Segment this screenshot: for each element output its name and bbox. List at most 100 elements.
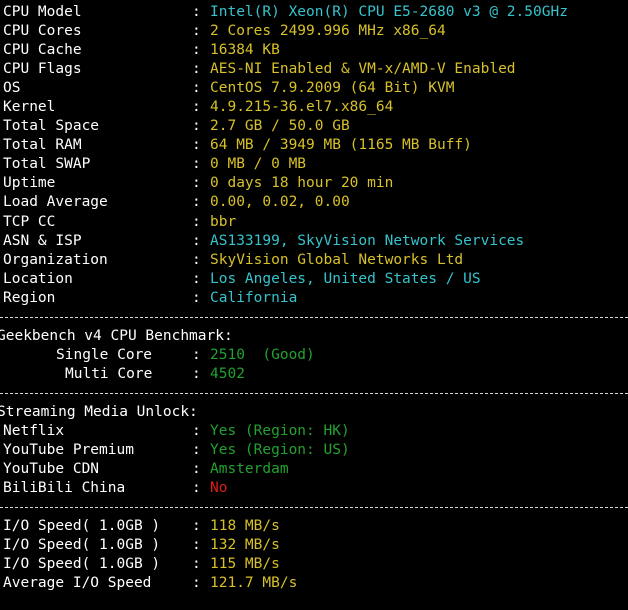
- dashed-line: [0, 392, 628, 394]
- info-key: Region: [3, 289, 56, 306]
- info-row: ASN & ISP: AS133199, SkyVision Network Se…: [0, 232, 628, 251]
- info-key: CPU Model: [3, 4, 82, 20]
- separator-colon: :: [192, 42, 201, 59]
- info-row: Total RAM:64 MB / 3949 MB (1165 MB Buff): [0, 136, 628, 155]
- separator-colon: :: [192, 251, 201, 268]
- info-row: BiliBili China: No: [0, 479, 628, 498]
- separator-colon: :: [192, 575, 201, 592]
- info-value: 2.7 GB / 50.0 GB: [210, 118, 350, 135]
- info-key: I/O Speed( 1.0GB ): [3, 518, 161, 535]
- separator-colon: :: [192, 480, 201, 497]
- info-row: Region: California: [0, 289, 628, 308]
- section-title: Streaming Media Unlock:: [0, 403, 628, 422]
- info-value: 4.9.215-36.el7.x86_64: [210, 99, 394, 116]
- separator-colon: :: [192, 423, 201, 440]
- info-value: 16384 KB: [210, 42, 280, 59]
- separator-colon: :: [192, 156, 201, 173]
- info-key: CPU Cores: [3, 23, 82, 40]
- separator-colon: :: [192, 289, 201, 306]
- separator-colon: :: [192, 537, 201, 554]
- info-key: Kernel: [3, 99, 56, 116]
- info-row: CPU Cache:16384 KB: [0, 41, 628, 60]
- info-row: Location: Los Angeles, United States / US: [0, 270, 628, 289]
- separator-colon: :: [192, 118, 201, 135]
- info-value: California: [210, 289, 298, 306]
- info-key: Organization: [3, 251, 108, 268]
- info-row: Netflix: Yes (Region: HK): [0, 422, 628, 441]
- info-key: Single Core: [56, 346, 153, 363]
- terminal-output: CPU Model: Intel(R) Xeon(R) CPU E5-2680 v…: [0, 3, 628, 593]
- info-value: SkyVision Global Networks Ltd: [210, 251, 464, 268]
- info-key: I/O Speed( 1.0GB ): [3, 537, 161, 554]
- info-key: Multi Core: [65, 365, 153, 382]
- info-key: Netflix: [3, 423, 65, 440]
- separator-colon: :: [192, 80, 201, 97]
- info-value: AS133199, SkyVision Network Services: [210, 232, 525, 249]
- info-value: 132 MB/s: [210, 537, 280, 554]
- info-row: Organization: SkyVision Global Networks L…: [0, 251, 628, 270]
- info-key: Load Average: [3, 194, 108, 211]
- separator-colon: :: [192, 213, 201, 230]
- info-value: 64 MB / 3949 MB (1165 MB Buff): [210, 137, 472, 154]
- info-row: OS: CentOS 7.9.2009 (64 Bit) KVM: [0, 79, 628, 98]
- info-value: 115 MB/s: [210, 556, 280, 573]
- info-key: Total Space: [3, 118, 100, 135]
- info-row: Load Average:0.00, 0.02, 0.00: [0, 193, 628, 212]
- section-divider: [0, 498, 628, 517]
- separator-colon: :: [192, 461, 201, 478]
- info-key: BiliBili China: [3, 480, 126, 497]
- info-value: 4502: [210, 365, 245, 382]
- info-value: 118 MB/s: [210, 518, 280, 535]
- info-row: Total Space:2.7 GB / 50.0 GB: [0, 117, 628, 136]
- info-value: 0 days 18 hour 20 min: [210, 175, 394, 192]
- info-value: 121.7 MB/s: [210, 575, 298, 592]
- section-title: Geekbench v4 CPU Benchmark:: [0, 327, 628, 346]
- info-row: Kernel:4.9.215-36.el7.x86_64: [0, 98, 628, 117]
- info-row: Multi Core:4502: [0, 365, 628, 384]
- separator-colon: :: [192, 346, 201, 363]
- info-row: YouTube Premium: Yes (Region: US): [0, 441, 628, 460]
- info-key: CPU Flags: [3, 61, 82, 78]
- info-key: YouTube CDN: [3, 461, 100, 478]
- info-row: TCP CC: bbr: [0, 213, 628, 232]
- info-key: CPU Cache: [3, 42, 82, 59]
- info-value: Amsterdam: [210, 461, 289, 478]
- section-divider: [0, 308, 628, 327]
- info-key: ASN & ISP: [3, 232, 82, 249]
- info-row: Total SWAP:0 MB / 0 MB: [0, 155, 628, 174]
- info-value: Intel(R) Xeon(R) CPU E5-2680 v3 @ 2.50GH…: [210, 4, 568, 20]
- info-key: Uptime: [3, 175, 56, 192]
- separator-colon: :: [192, 23, 201, 40]
- section-divider: [0, 384, 628, 403]
- info-key: I/O Speed( 1.0GB ): [3, 556, 161, 573]
- info-key: Total RAM: [3, 137, 82, 154]
- info-row: I/O Speed( 1.0GB ):132 MB/s: [0, 536, 628, 555]
- info-row: YouTube CDN: Amsterdam: [0, 460, 628, 479]
- info-key: Location: [3, 270, 73, 287]
- info-key: OS: [3, 80, 21, 97]
- dashed-line: [0, 316, 628, 318]
- separator-colon: :: [192, 99, 201, 116]
- separator-colon: :: [192, 365, 201, 382]
- info-value: Yes (Region: HK): [210, 423, 350, 440]
- info-value: Los Angeles, United States / US: [210, 270, 481, 287]
- info-value: AES-NI Enabled & VM-x/AMD-V Enabled: [210, 61, 516, 78]
- separator-colon: :: [192, 442, 201, 459]
- dashed-line: [0, 507, 628, 509]
- separator-colon: :: [192, 232, 201, 249]
- info-value: bbr: [210, 213, 237, 230]
- info-row: CPU Cores:2 Cores 2499.996 MHz x86_64: [0, 22, 628, 41]
- separator-colon: :: [192, 61, 201, 78]
- info-value: Yes (Region: US): [210, 442, 350, 459]
- info-row: Uptime:0 days 18 hour 20 min: [0, 174, 628, 193]
- info-key: YouTube Premium: [3, 442, 134, 459]
- info-row: Average I/O Speed:121.7 MB/s: [0, 574, 628, 593]
- info-row: Single Core:2510 (Good): [0, 346, 628, 365]
- separator-colon: :: [192, 4, 201, 20]
- info-key: TCP CC: [3, 213, 56, 230]
- info-value: CentOS 7.9.2009 (64 Bit) KVM: [210, 80, 455, 97]
- info-row: I/O Speed( 1.0GB ):115 MB/s: [0, 555, 628, 574]
- info-row: I/O Speed( 1.0GB ):118 MB/s: [0, 517, 628, 536]
- separator-colon: :: [192, 194, 201, 211]
- separator-colon: :: [192, 518, 201, 535]
